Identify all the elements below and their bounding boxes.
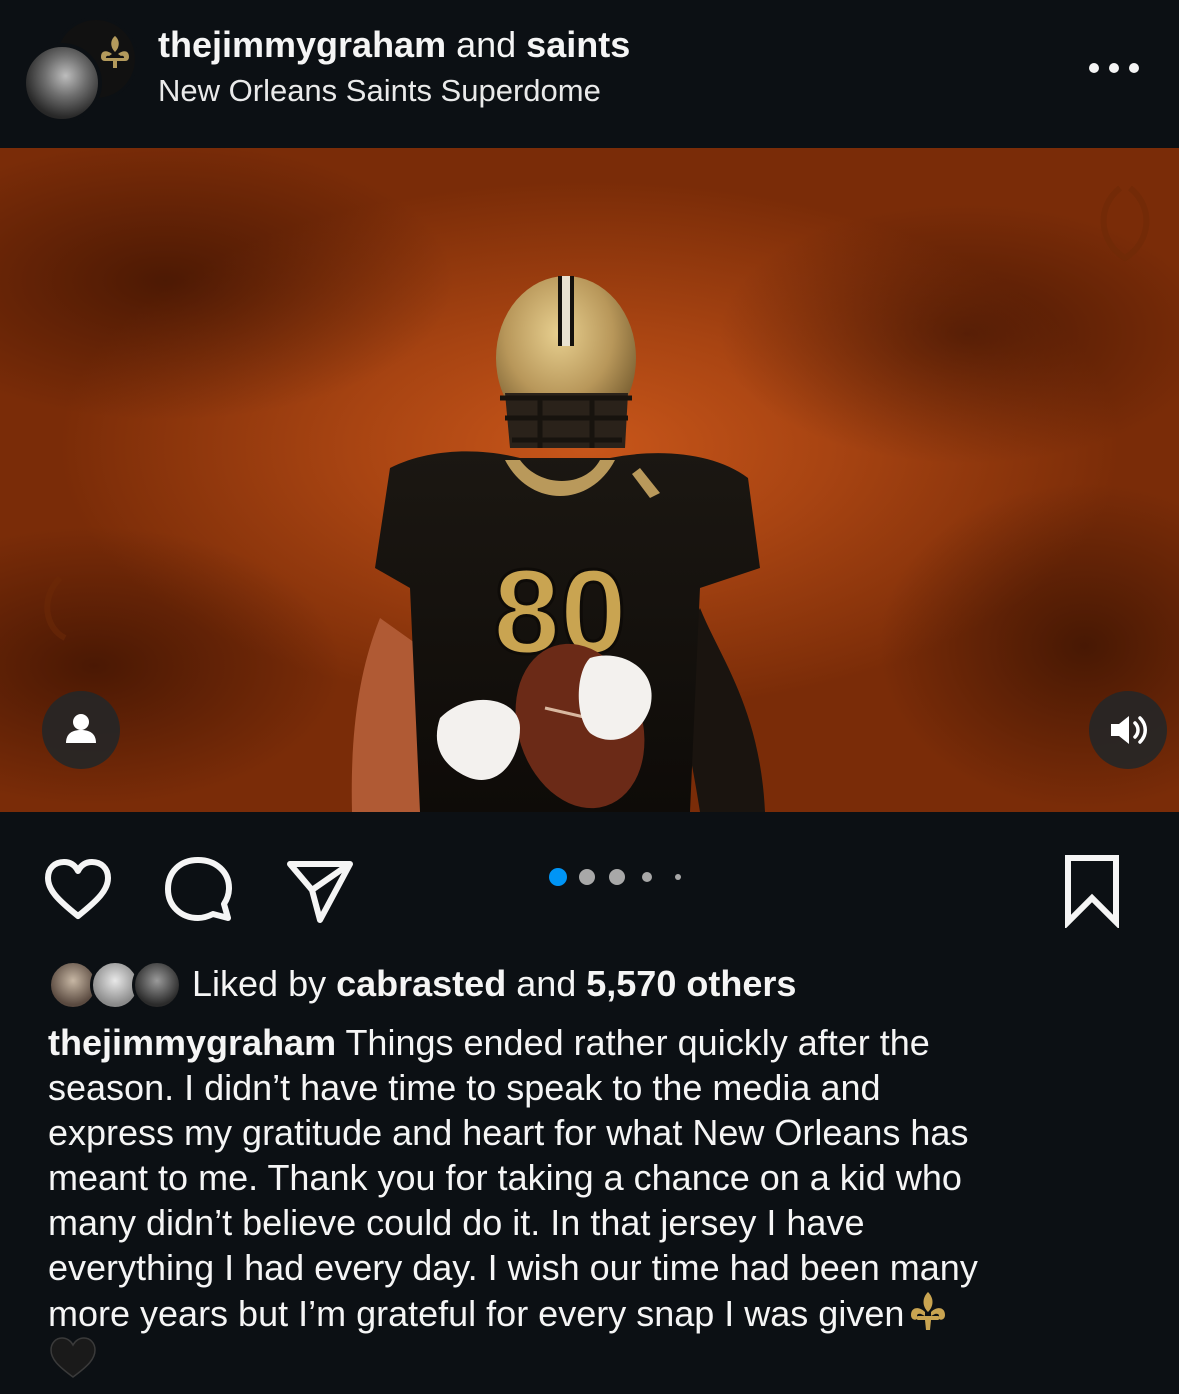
location-link[interactable]: New Orleans Saints Superdome [158,73,601,109]
likes-prefix: Liked by [192,963,337,1004]
black-heart-icon [50,1337,96,1378]
more-options-icon[interactable] [1080,50,1148,86]
carousel-dot [579,869,595,885]
post-header: thejimmygraham and saints New Orleans Sa… [0,0,1179,148]
user-avatar[interactable] [22,43,102,123]
comment-icon[interactable] [162,854,234,926]
carousel-indicator [549,868,689,888]
liker-avatars[interactable] [48,960,188,1010]
others-link[interactable]: 5,570 others [586,963,796,1004]
caption-line: many didn’t believe could do it. In that… [48,1202,865,1243]
tag-people-button[interactable] [42,691,120,769]
caption-text: more years but I’m grateful for every sn… [48,1293,905,1334]
carousel-dot [549,868,567,886]
fleur-de-lis-icon [911,1292,946,1330]
collab-avatars[interactable] [22,17,138,123]
action-bar [0,812,1179,952]
caption: thejimmygraham Things ended rather quick… [48,1020,1148,1380]
caption-line: season. I didn’t have time to speak to t… [48,1067,881,1108]
carousel-dot [609,869,625,885]
sound-toggle-button[interactable] [1089,691,1167,769]
author-username[interactable]: thejimmygraham [158,24,446,65]
caption-line: meant to me. Thank you for taking a chan… [48,1157,962,1198]
post-title: thejimmygraham and saints [158,24,630,66]
carousel-dot [642,872,652,882]
caption-line: express my gratitude and heart for what … [48,1112,969,1153]
title-conjunction: and [446,24,527,65]
post-media[interactable]: 80 [0,148,1179,812]
caption-line [48,1335,1148,1380]
caption-username[interactable]: thejimmygraham [48,1022,336,1063]
likes-summary: Liked by cabrasted and 5,570 others [192,964,796,1004]
likes-row[interactable]: Liked by cabrasted and 5,570 others [0,952,1179,1016]
liker-avatar [132,960,182,1010]
heart-icon[interactable] [40,852,116,928]
likes-middle: and [506,963,587,1004]
person-icon [66,714,96,743]
speaker-icon [1111,716,1147,744]
bookmark-icon[interactable] [1060,852,1124,928]
caption-line: thejimmygraham Things ended rather quick… [48,1020,1148,1065]
share-icon[interactable] [282,852,358,928]
collaborator-username[interactable]: saints [526,24,630,65]
caption-line: more years but I’m grateful for every sn… [48,1290,1148,1335]
player-photo: 80 [44,185,1150,812]
first-liker-link[interactable]: cabrasted [336,963,506,1004]
caption-line: everything I had every day. I wish our t… [48,1247,978,1288]
carousel-dot [675,874,681,880]
caption-text: Things ended rather quickly after the [336,1022,930,1063]
